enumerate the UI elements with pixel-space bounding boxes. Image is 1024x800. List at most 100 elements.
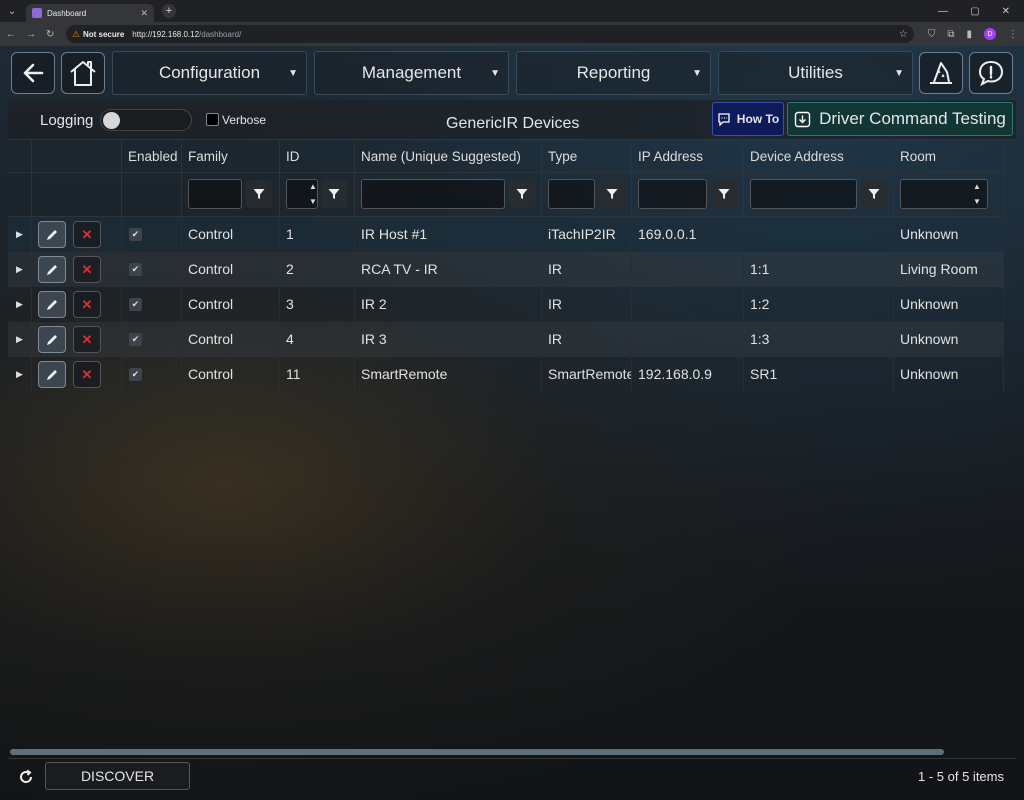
window-close-icon[interactable]: ✕ [1002, 6, 1010, 17]
close-icon: ✕ [81, 331, 93, 347]
cell-name: IR 3 [355, 322, 542, 357]
delete-button[interactable]: ✕ [73, 326, 101, 353]
cell-name: RCA TV - IR [355, 252, 542, 287]
spin-down-icon[interactable]: ▼ [973, 197, 981, 206]
table-row[interactable]: ▶ ✕ ✔ Control 3 IR 2 IR 1:2 Unknown [8, 287, 1004, 322]
horizontal-scrollbar[interactable] [10, 749, 944, 755]
nav-configuration[interactable]: Configuration ▼ [112, 51, 307, 95]
browser-tab[interactable]: Dashboard ✕ [26, 4, 154, 22]
edit-button[interactable] [38, 361, 66, 388]
logging-toggle[interactable] [100, 109, 192, 131]
refresh-icon [20, 769, 33, 783]
nav-utilities-label: Utilities [788, 63, 843, 82]
header-device-address[interactable]: Device Address [744, 141, 894, 173]
refresh-button[interactable] [16, 767, 36, 787]
nav-utilities[interactable]: Utilities ▼ [718, 51, 913, 95]
delete-button[interactable]: ✕ [73, 221, 101, 248]
back-icon[interactable]: ← [6, 29, 16, 40]
cell-room: Unknown [894, 217, 1004, 252]
browser-tab-strip: ⌄ Dashboard ✕ + — ▢ ✕ [0, 0, 1024, 22]
driver-command-testing-button[interactable]: Driver Command Testing [787, 102, 1013, 136]
edit-button[interactable] [38, 256, 66, 283]
enabled-checkbox[interactable]: ✔ [129, 333, 142, 346]
maximize-icon[interactable]: ▢ [970, 6, 979, 17]
expand-row-icon[interactable]: ▶ [8, 287, 32, 322]
filter-family-input[interactable] [188, 179, 242, 209]
not-secure-label: Not secure [82, 29, 125, 39]
forward-icon[interactable]: → [26, 29, 36, 40]
browser-menu-icon[interactable]: ⋮ [1008, 29, 1018, 40]
filter-funnel-icon[interactable] [711, 180, 737, 208]
cell-room: Unknown [894, 357, 1004, 392]
table-row[interactable]: ▶ ✕ ✔ Control 4 IR 3 IR 1:3 Unknown [8, 322, 1004, 357]
enabled-checkbox[interactable]: ✔ [129, 228, 142, 241]
filter-funnel-icon[interactable] [861, 180, 887, 208]
nav-reporting[interactable]: Reporting ▼ [516, 51, 711, 95]
alerts-button[interactable] [969, 52, 1013, 94]
discover-button[interactable]: DISCOVER [45, 762, 190, 790]
extensions-icon[interactable]: ⧉ [947, 29, 954, 40]
shield-icon[interactable]: ⛉ [928, 29, 936, 40]
how-to-button[interactable]: How To [712, 102, 784, 136]
url-path: /dashboard/ [199, 29, 242, 39]
profile-avatar[interactable]: D [984, 28, 996, 40]
numeric-spinner[interactable]: ▲ ▼ [968, 179, 986, 209]
tab-close-icon[interactable]: ✕ [140, 8, 148, 19]
filter-funnel-icon[interactable] [509, 180, 535, 208]
url-input[interactable]: ⚠ Not secure http://192.168.0.12 /dashbo… [65, 25, 914, 43]
enabled-checkbox[interactable]: ✔ [129, 298, 142, 311]
caret-down-icon: ▼ [894, 68, 904, 79]
header-enabled[interactable]: Enabled [122, 141, 182, 173]
header-type[interactable]: Type [542, 141, 632, 173]
delete-button[interactable]: ✕ [73, 361, 101, 388]
edit-button[interactable] [38, 291, 66, 318]
table-row[interactable]: ▶ ✕ ✔ Control 1 IR Host #1 iTachIP2IR 16… [8, 217, 1004, 252]
header-ip-address[interactable]: IP Address [632, 141, 744, 173]
header-room[interactable]: Room [894, 141, 1004, 173]
expand-row-icon[interactable]: ▶ [8, 322, 32, 357]
reload-icon[interactable]: ↻ [46, 29, 54, 40]
header-id[interactable]: ID [280, 141, 355, 173]
cell-ip: 169.0.0.1 [632, 217, 744, 252]
minimize-icon[interactable]: — [938, 6, 948, 17]
nav-management[interactable]: Management ▼ [314, 51, 509, 95]
sidepanel-icon[interactable]: ▮ [966, 29, 972, 40]
browser-address-bar: ← → ↻ ⚠ Not secure http://192.168.0.12 /… [0, 22, 1024, 46]
app-content: Configuration ▼ Management ▼ Reporting ▼… [0, 46, 1024, 800]
header-name[interactable]: Name (Unique Suggested) [355, 141, 542, 173]
spin-up-icon[interactable]: ▲ [973, 182, 981, 191]
table-row[interactable]: ▶ ✕ ✔ Control 11 SmartRemote SmartRemote… [8, 357, 1004, 392]
filter-funnel-icon[interactable] [599, 180, 625, 208]
new-tab-icon[interactable]: + [162, 4, 176, 18]
filter-funnel-icon[interactable] [321, 180, 347, 208]
delete-button[interactable]: ✕ [73, 291, 101, 318]
filter-type-input[interactable] [548, 179, 595, 209]
spin-up-icon[interactable]: ▲ [309, 182, 317, 191]
wizard-button[interactable] [919, 52, 963, 94]
cell-ip: 192.168.0.9 [632, 357, 744, 392]
filter-funnel-icon[interactable] [246, 180, 272, 208]
filter-device-address-input[interactable] [750, 179, 857, 209]
numeric-spinner[interactable]: ▲ ▼ [304, 179, 322, 209]
header-family[interactable]: Family [182, 141, 280, 173]
enabled-checkbox[interactable]: ✔ [129, 263, 142, 276]
edit-button[interactable] [38, 326, 66, 353]
enabled-checkbox[interactable]: ✔ [129, 368, 142, 381]
filter-ip-input[interactable] [638, 179, 707, 209]
bookmark-star-icon[interactable]: ☆ [899, 29, 908, 40]
back-button[interactable] [11, 52, 55, 94]
verbose-checkbox[interactable] [206, 113, 219, 126]
delete-button[interactable]: ✕ [73, 256, 101, 283]
expand-row-icon[interactable]: ▶ [8, 357, 32, 392]
filter-name-input[interactable] [361, 179, 505, 209]
tab-search-icon[interactable]: ⌄ [4, 3, 20, 19]
spin-down-icon[interactable]: ▼ [309, 197, 317, 206]
cell-id: 4 [280, 322, 355, 357]
table-row[interactable]: ▶ ✕ ✔ Control 2 RCA TV - IR IR 1:1 Livin… [8, 252, 1004, 287]
home-button[interactable] [61, 52, 105, 94]
cell-type: SmartRemote [542, 357, 632, 392]
expand-row-icon[interactable]: ▶ [8, 252, 32, 287]
expand-row-icon[interactable]: ▶ [8, 217, 32, 252]
cell-type: IR [542, 322, 632, 357]
edit-button[interactable] [38, 221, 66, 248]
